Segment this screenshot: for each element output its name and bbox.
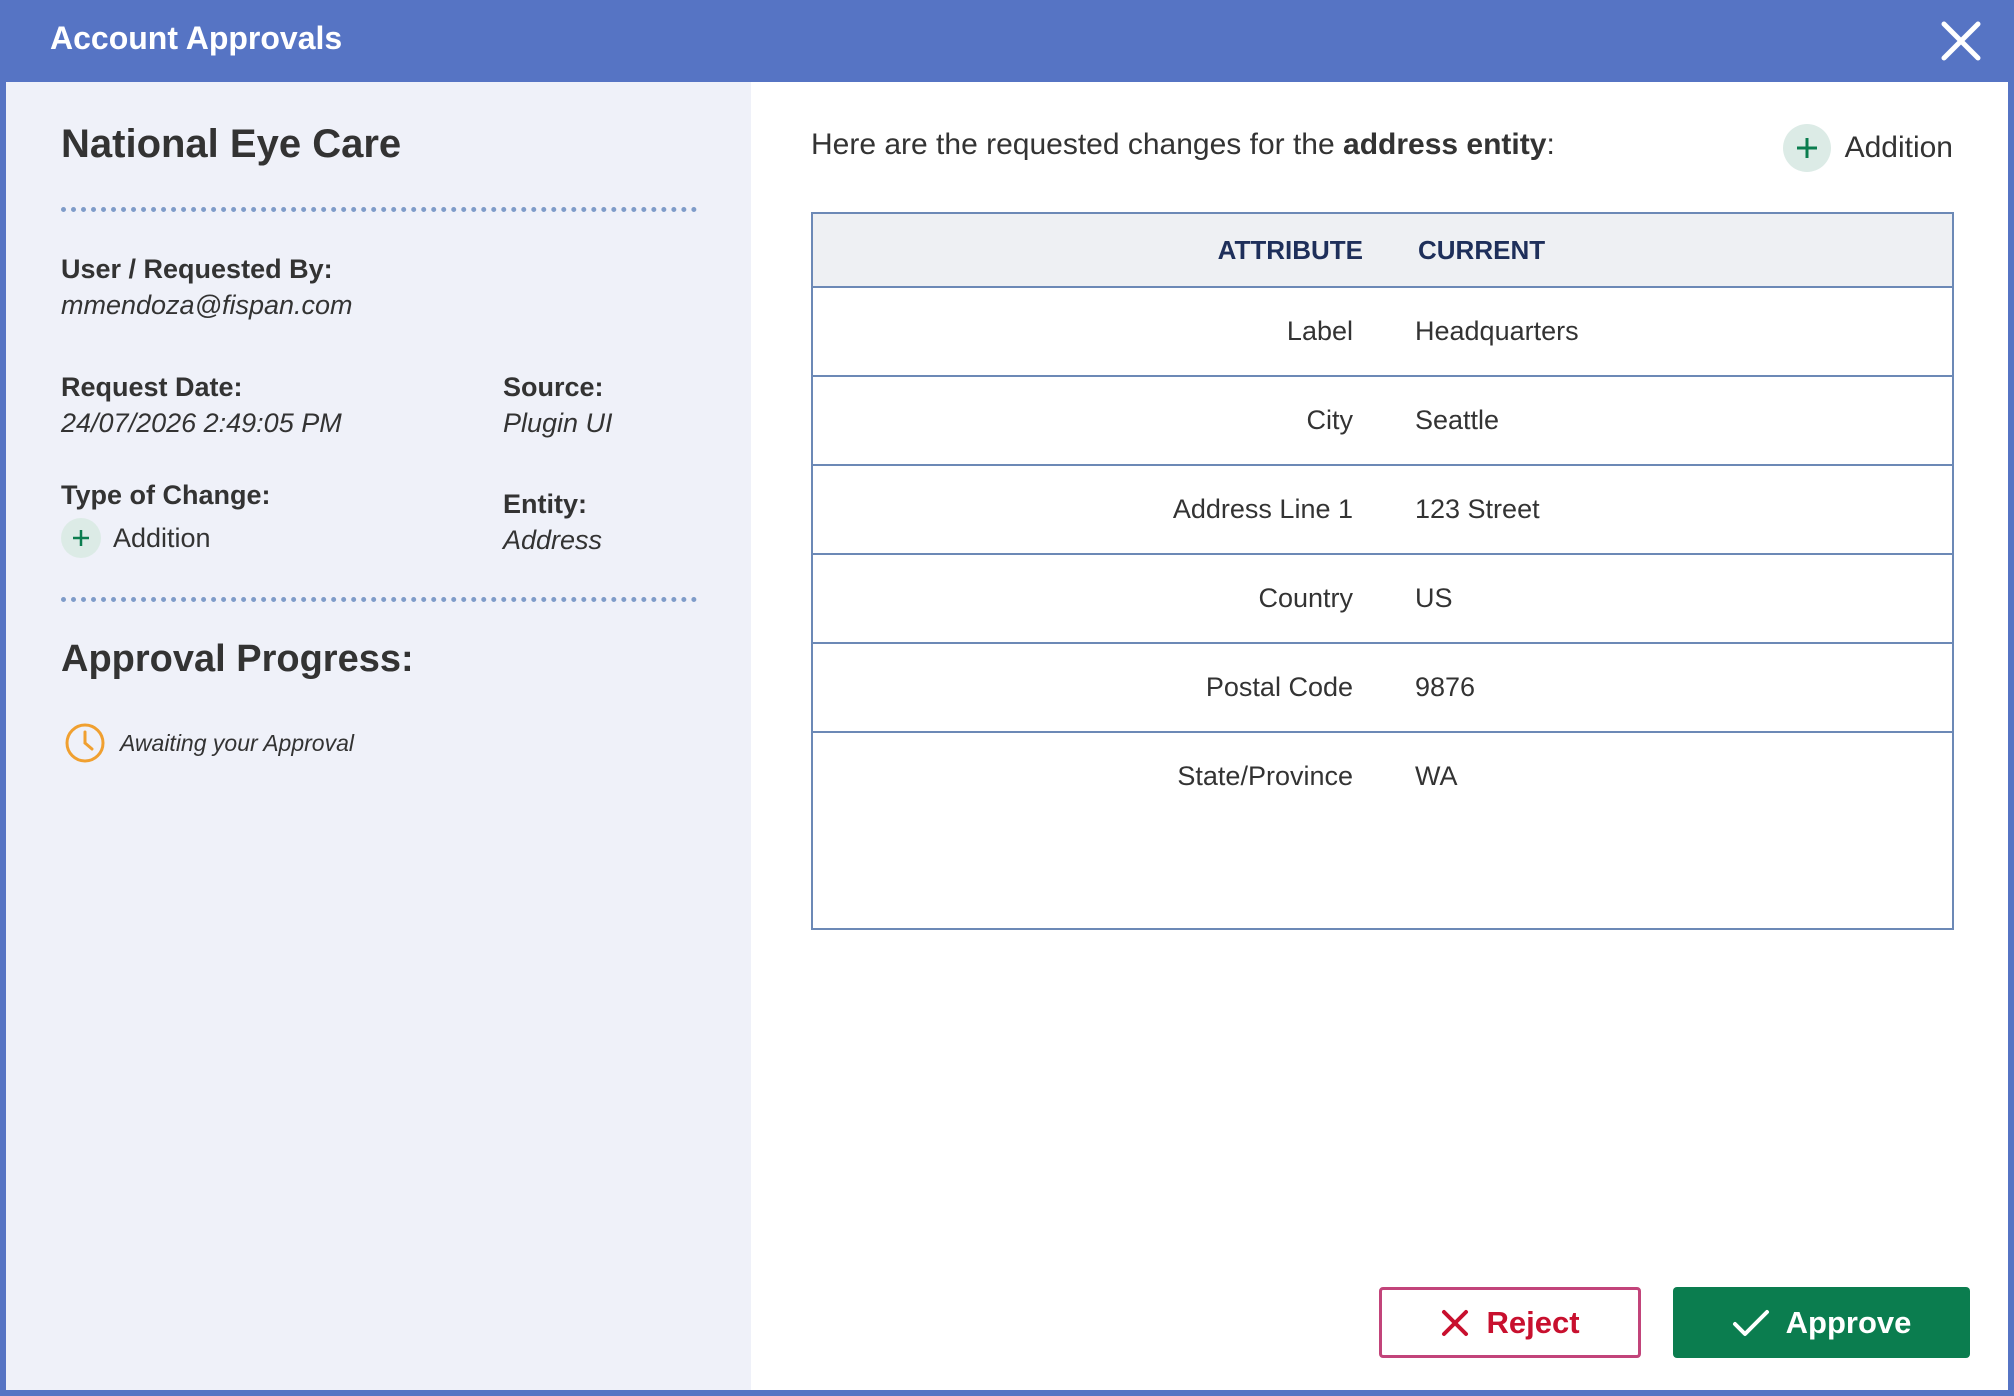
x-icon: [1442, 1309, 1469, 1336]
current-cell: Seattle: [1415, 405, 1500, 435]
table-row: Label Headquarters: [813, 288, 1952, 377]
entity-label: Entity:: [503, 489, 587, 519]
approval-progress-title: Approval Progress:: [61, 638, 414, 680]
approve-button-label: Approve: [1785, 1304, 1912, 1340]
reject-button[interactable]: Reject: [1379, 1287, 1641, 1358]
check-icon: [1732, 1309, 1769, 1336]
request-date-value: 24/07/2026 2:49:05 PM: [61, 408, 342, 438]
type-of-change-label: Type of Change:: [61, 480, 271, 510]
plus-icon: [61, 518, 101, 558]
approve-button[interactable]: Approve: [1673, 1287, 1970, 1358]
table-row: State/Province WA: [813, 733, 1952, 833]
table-header: ATTRIBUTE CURRENT: [813, 214, 1952, 288]
intro-prefix: Here are the requested changes for the: [811, 128, 1344, 161]
attribute-cell: State/Province: [1177, 761, 1353, 791]
modal-content: National Eye Care User / Requested By: m…: [6, 82, 2008, 1390]
entity-value: Address: [503, 525, 603, 555]
approval-progress-status: Awaiting your Approval: [64, 722, 354, 764]
table-row: Postal Code 9876: [813, 644, 1952, 733]
reject-button-label: Reject: [1486, 1304, 1580, 1340]
attribute-cell: Label: [1286, 316, 1353, 346]
type-of-change-value: Addition: [61, 518, 211, 558]
current-cell: 123 Street: [1415, 494, 1540, 524]
column-header-attribute: ATTRIBUTE: [1217, 234, 1363, 265]
attribute-cell: Country: [1258, 583, 1353, 613]
current-cell: 9876: [1415, 672, 1476, 702]
addition-legend: Addition: [1782, 124, 1953, 172]
requested-changes-panel: Here are the requested changes for the a…: [751, 82, 2008, 1390]
account-name: National Eye Care: [61, 122, 402, 166]
attribute-cell: City: [1306, 405, 1354, 435]
source-label: Source:: [503, 372, 604, 402]
changes-table: ATTRIBUTE CURRENT Label Headquarters Cit…: [811, 212, 1954, 930]
current-cell: US: [1415, 583, 1453, 613]
modal-title: Account Approvals: [50, 20, 343, 56]
clock-icon: [65, 723, 105, 763]
plus-icon: [1782, 124, 1831, 172]
current-cell: WA: [1415, 761, 1458, 791]
intro-suffix: :: [1546, 128, 1555, 161]
approval-modal: Account Approvals National Eye Care User…: [0, 0, 2014, 1396]
changes-intro: Here are the requested changes for the a…: [811, 128, 1555, 162]
intro-entity: address entity: [1343, 128, 1547, 161]
table-row: City Seattle: [813, 377, 1952, 466]
modal-titlebar: Account Approvals: [0, 0, 2014, 82]
legend-label: Addition: [1844, 131, 1953, 164]
requested-by-value: mmendoza@fispan.com: [61, 290, 353, 320]
current-cell: Headquarters: [1415, 316, 1579, 346]
table-row: Country US: [813, 555, 1952, 644]
requested-by-label: User / Requested By:: [61, 254, 333, 284]
close-icon: [1941, 21, 1981, 61]
request-details-panel: National Eye Care User / Requested By: m…: [6, 82, 751, 1390]
request-date-label: Request Date:: [61, 372, 243, 402]
source-value: Plugin UI: [503, 408, 613, 438]
close-button[interactable]: [1938, 18, 1984, 64]
divider: [61, 597, 697, 602]
attribute-cell: Address Line 1: [1172, 494, 1353, 524]
attribute-cell: Postal Code: [1205, 672, 1353, 702]
table-row: Address Line 1 123 Street: [813, 466, 1952, 555]
type-of-change-text: Addition: [113, 522, 211, 553]
approval-status-text: Awaiting your Approval: [120, 729, 354, 756]
column-header-current: CURRENT: [1418, 234, 1546, 265]
divider: [61, 207, 697, 212]
